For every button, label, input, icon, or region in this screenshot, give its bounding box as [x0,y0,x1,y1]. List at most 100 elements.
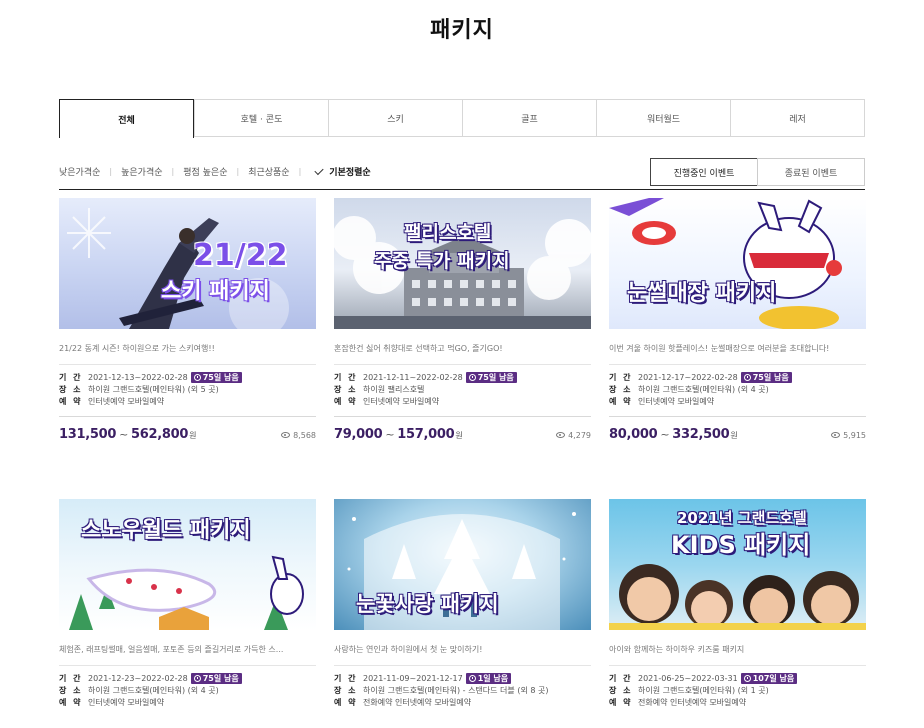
place-value: 하이원 그랜드호텔(메인타워) - 스탠다드 더블 (외 8 곳) [363,685,549,695]
banner-line-1: 팰리스호텔 [404,222,492,244]
sort-recent[interactable]: 최근상품순 [248,165,289,178]
banner-line-1: 눈꽃사랑 패키지 [356,592,499,616]
place-value: 하이원 그랜드호텔(메인타워) (외 1 곳) [638,685,769,695]
reserve-value: 인터넷예약 모바일예약 [638,396,715,406]
period-label: 기 간 [334,673,358,683]
reserve-value: 인터넷예약 모바일예약 [88,396,165,406]
place-label: 장 소 [59,384,83,394]
package-description: 21/22 동계 시즌! 하이원으로 가는 스키여행!! [59,344,215,353]
period-value: 2021-06-25~2022-03-31 [638,673,738,683]
place-value: 하이원 그랜드호텔(메인타워) (외 4 곳) [88,685,219,695]
reserve-value: 전화예약 인터넷예약 모바일예약 [363,697,472,707]
clock-icon [193,674,201,682]
package-card[interactable]: 팰리스호텔 주중 특가 패키지 혼잡한건 싫어 취향대로 선택하고 먹GO, 즐… [334,198,591,442]
package-card[interactable]: 눈썰매장 패키지 이번 겨울 하이원 핫플레이스! 눈썰매장으로 여러분을 초대… [609,198,866,442]
sort-price-high[interactable]: 높은가격순 [121,165,162,178]
price-range: 80,000 ~332,500원 [609,427,738,442]
package-card[interactable]: 2021년 그랜드호텔 KIDS 패키지 아이와 함께하는 하이하우 키즈룸 패… [609,499,866,708]
price-range: 131,500 ~562,800원 [59,427,197,442]
sort-separator: | [236,167,240,176]
package-description: 혼잡한건 싫어 취향대로 선택하고 먹GO, 즐기GO! [334,344,503,353]
package-description: 사랑하는 연인과 하이원에서 첫 눈 맞이하기! [334,645,483,654]
reserve-label: 예 약 [59,396,83,406]
tab-leisure[interactable]: 레저 [730,100,864,136]
tab-golf[interactable]: 골프 [462,100,596,136]
banner-line-2: KIDS 패키지 [671,531,811,559]
view-count: 4,279 [556,431,591,440]
period-label: 기 간 [334,372,358,382]
package-image[interactable]: 스노우월드 패키지 [59,499,316,630]
clock-icon [193,373,201,381]
package-image[interactable]: 2021년 그랜드호텔 KIDS 패키지 [609,499,866,630]
period-label: 기 간 [59,372,83,382]
tab-waterworld[interactable]: 워터월드 [596,100,730,136]
days-left-badge: 107일 남음 [740,672,798,684]
package-image[interactable]: 눈썰매장 패키지 [609,198,866,329]
reserve-value: 전화예약 인터넷예약 모바일예약 [638,697,747,707]
banner-line-1: 눈썰매장 패키지 [627,281,777,306]
package-description: 체험존, 래프팅썰매, 얼음썰매, 포토존 등의 즐길거리로 가득한 스... [59,645,284,654]
period-value: 2021-12-11~2022-02-28 [363,372,463,382]
package-image[interactable]: 21/22 스키 패키지 [59,198,316,329]
banner-line-2: 주중 특가 패키지 [374,250,510,272]
place-label: 장 소 [334,685,358,695]
period-value: 2021-12-13~2022-02-28 [88,372,188,382]
period-label: 기 간 [609,673,633,683]
period-value: 2021-11-09~2021-12-17 [363,673,463,683]
view-count: 5,915 [831,431,866,440]
ongoing-events-button[interactable]: 진행중인 이벤트 [650,158,758,186]
package-image[interactable]: 눈꽃사랑 패키지 [334,499,591,630]
clock-icon [468,373,476,381]
page-title: 패키지 [430,18,494,43]
package-description: 이번 겨울 하이원 핫플레이스! 눈썰매장으로 여러분을 초대합니다! [609,344,830,353]
reserve-label: 예 약 [59,697,83,707]
sort-separator: | [298,167,302,176]
sled-rabbit-illustration [609,198,842,329]
days-left-badge: 75일 남음 [740,371,792,383]
reserve-value: 인터넷예약 모바일예약 [88,697,165,707]
view-count: 8,568 [281,431,316,440]
place-label: 장 소 [609,685,633,695]
reserve-label: 예 약 [609,697,633,707]
reserve-value: 인터넷예약 모바일예약 [363,396,440,406]
sort-separator: | [109,167,113,176]
clock-icon [743,373,751,381]
place-value: 하이원 팰리스호텔 [363,384,425,394]
ended-events-button[interactable]: 종료된 이벤트 [757,158,865,186]
tab-hotel-condo[interactable]: 호텔 · 콘도 [194,100,328,136]
sort-rating[interactable]: 평점 높은순 [183,165,227,178]
banner-line-1: 스노우월드 패키지 [81,518,251,543]
sort-default[interactable]: 기본정렬순 [329,165,370,178]
clock-icon [468,674,476,682]
reserve-label: 예 약 [609,396,633,406]
period-label: 기 간 [59,673,83,683]
eye-icon [281,432,291,438]
sort-price-low[interactable]: 낮은가격순 [59,165,100,178]
place-label: 장 소 [334,384,358,394]
place-label: 장 소 [59,685,83,695]
package-card[interactable]: 스노우월드 패키지 체험존, 래프팅썰매, 얼음썰매, 포토존 등의 즐길거리로… [59,499,316,708]
tab-all[interactable]: 전체 [59,99,194,138]
reserve-label: 예 약 [334,396,358,406]
days-left-badge: 75일 남음 [190,371,242,383]
place-value: 하이원 그랜드호텔(메인타워) (외 4 곳) [638,384,769,394]
package-card[interactable]: 눈꽃사랑 패키지 사랑하는 연인과 하이원에서 첫 눈 맞이하기! 기 간 202… [334,499,591,708]
period-value: 2021-12-23~2022-02-28 [88,673,188,683]
clock-icon [743,674,751,682]
reserve-label: 예 약 [334,697,358,707]
period-value: 2021-12-17~2022-02-28 [638,372,738,382]
price-range: 79,000 ~157,000원 [334,427,463,442]
package-card[interactable]: 21/22 스키 패키지 21/22 동계 시즌! 하이원으로 가는 스키여행!… [59,198,316,442]
category-tabs: 전체 호텔 · 콘도 스키 골프 워터월드 레저 [59,99,865,138]
eye-icon [831,432,841,438]
days-left-badge: 75일 남음 [465,371,517,383]
days-left-badge: 1일 남음 [465,672,512,684]
tab-ski[interactable]: 스키 [328,100,462,136]
place-value: 하이원 그랜드호텔(메인타워) (외 5 곳) [88,384,219,394]
check-icon [314,165,324,175]
days-left-badge: 75일 남음 [190,672,242,684]
package-image[interactable]: 팰리스호텔 주중 특가 패키지 [334,198,591,329]
banner-line-1: 21/22 [193,238,288,273]
package-description: 아이와 함께하는 하이하우 키즈룸 패키지 [609,645,745,654]
sort-separator: | [171,167,175,176]
